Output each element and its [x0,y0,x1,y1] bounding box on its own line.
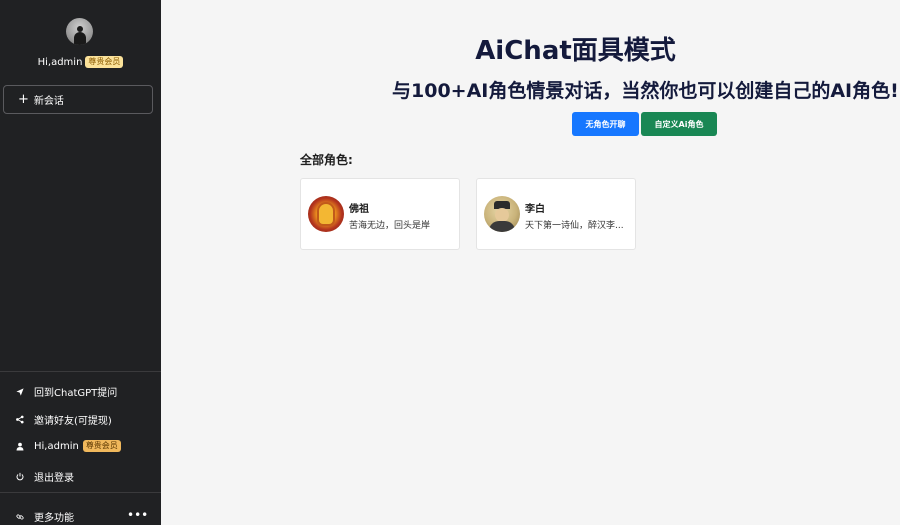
sidebar-item-label: 邀请好友(可提现) [34,416,112,427]
sidebar-item-label: 回到ChatGPT提问 [34,388,118,399]
role-avatar [308,196,344,232]
avatar-figure-body [74,32,86,45]
sidebar-item-logout[interactable]: 退出登录 [16,469,74,484]
buddha-figure [319,204,333,224]
app-root: Hi,admin 尊贵会员 + 新会话 回到ChatGPT提问 邀请好友(可提现… [0,0,900,525]
power-icon [16,472,24,481]
role-name: 佛祖 [349,204,369,215]
role-description: 天下第一诗仙，醉汉李... [525,221,624,231]
vip-badge: 尊贵会员 [85,56,124,68]
user-label-row: Hi,admin 尊贵会员 [34,440,121,452]
libai-face [495,208,509,222]
sidebar-item-user[interactable]: Hi,admin 尊贵会员 [16,440,121,452]
page-title: AiChat面具模式 [475,36,676,66]
plus-icon: + [18,91,29,107]
no-role-chat-button[interactable]: 无角色开聊 [572,112,639,136]
role-card-buddha[interactable]: 佛祖 苦海无边，回头是岸 [300,178,460,250]
libai-robe [489,221,515,232]
sidebar: Hi,admin 尊贵会员 + 新会话 回到ChatGPT提问 邀请好友(可提现… [0,0,161,525]
section-label: 全部角色: [300,153,353,167]
sidebar-item-invite-friends[interactable]: 邀请好友(可提现) [16,412,112,427]
share-icon [16,415,24,424]
custom-role-button[interactable]: 自定义Ai角色 [641,112,717,136]
sidebar-item-label: Hi,admin [34,440,79,452]
role-card-libai[interactable]: 李白 天下第一诗仙，醉汉李... [476,178,636,250]
user-greeting: Hi,admin [37,56,83,68]
sidebar-item-label: 退出登录 [34,473,74,484]
page-subtitle: 与100+AI角色情景对话，当然你也可以创建自己的AI角色! [392,80,899,102]
sidebar-item-back-to-chatgpt[interactable]: 回到ChatGPT提问 [16,384,117,399]
sidebar-item-label: 更多功能 [34,513,74,524]
avatar[interactable] [66,18,93,45]
vip-badge: 尊贵会员 [82,440,121,452]
sidebar-divider [0,492,161,493]
new-chat-button[interactable]: + 新会话 [3,85,153,114]
link-icon [16,512,24,522]
more-dots-icon[interactable]: ••• [127,509,148,521]
sidebar-item-more[interactable]: 更多功能 [16,509,74,524]
role-avatar [484,196,520,232]
user-greeting-row: Hi,admin 尊贵会员 [0,56,161,68]
new-chat-label: 新会话 [33,96,64,107]
sidebar-divider [0,371,161,372]
role-name: 李白 [525,204,545,215]
user-icon [16,442,24,451]
role-description: 苦海无边，回头是岸 [349,221,431,231]
send-icon [16,387,24,397]
